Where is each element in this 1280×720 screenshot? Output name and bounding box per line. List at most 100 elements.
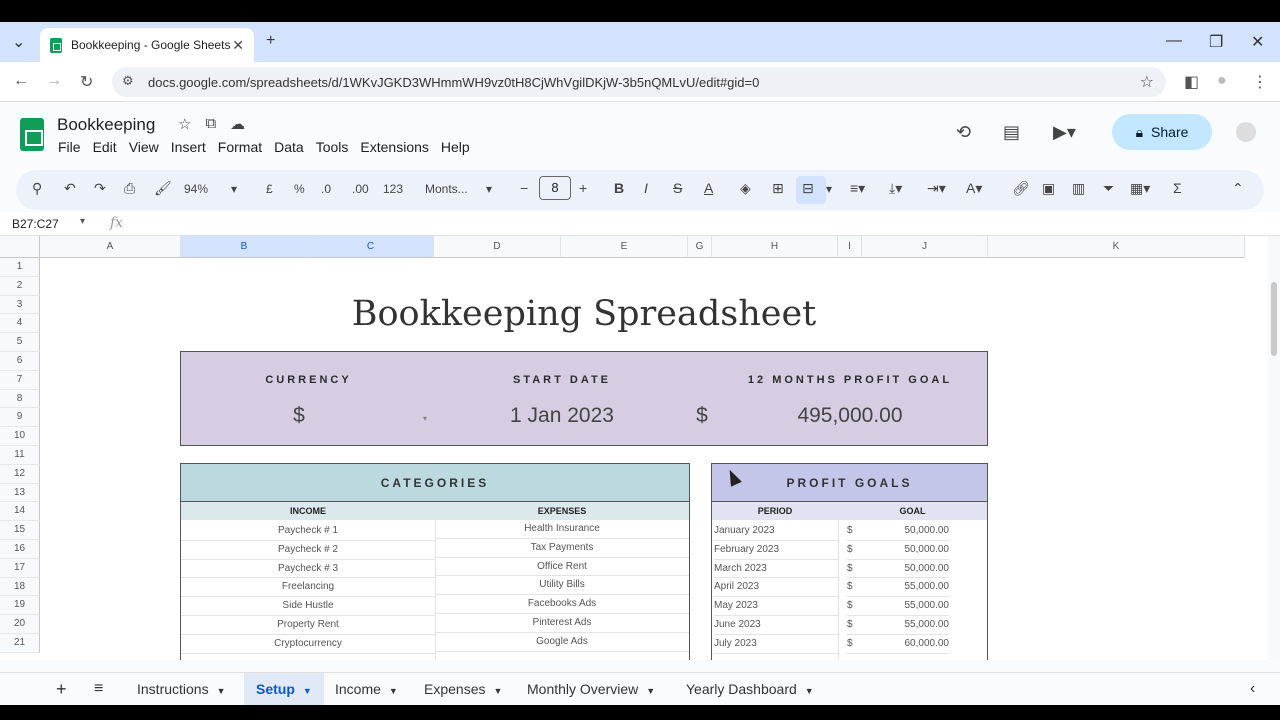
vertical-align-icon[interactable]: ⤓▾ (889, 180, 902, 197)
collapse-toolbar-icon[interactable]: ⌃ (1232, 180, 1244, 197)
column-header-b[interactable]: B (181, 236, 308, 258)
select-all-corner[interactable] (0, 236, 40, 258)
minimize-icon[interactable]: — (1166, 32, 1182, 50)
column-header-i[interactable]: I (838, 236, 862, 258)
profile-icon[interactable]: ● (1217, 72, 1227, 90)
meet-icon[interactable]: ▶▾ (1053, 122, 1076, 143)
fill-color-icon[interactable]: ◈ (740, 180, 751, 197)
cloud-status-icon[interactable]: ☁ (230, 115, 245, 133)
name-box-caret-icon[interactable]: ▾ (80, 216, 85, 227)
merge-cells-icon[interactable]: ⊟ (802, 180, 814, 197)
row-header[interactable]: 8 (0, 389, 40, 409)
merge-caret-icon[interactable]: ▾ (826, 182, 832, 196)
sheets-logo-icon[interactable] (20, 118, 44, 151)
font-caret-icon[interactable]: ▾ (486, 182, 492, 196)
version-history-icon[interactable]: ⟲ (956, 122, 971, 143)
menu-view[interactable]: View (129, 139, 159, 155)
add-sheet-icon[interactable]: + (44, 673, 79, 705)
column-header-g[interactable]: G (688, 236, 712, 258)
row-header[interactable]: 6 (0, 352, 40, 371)
text-wrap-icon[interactable]: ⇥▾ (927, 180, 946, 197)
restore-icon[interactable]: ❐ (1209, 32, 1223, 52)
bookmark-star-icon[interactable]: ☆ (1140, 72, 1154, 92)
menu-file[interactable]: File (58, 139, 81, 155)
avatar[interactable] (1236, 122, 1256, 142)
menu-tools[interactable]: Tools (316, 139, 349, 155)
row-header[interactable]: 9 (0, 408, 40, 428)
horizontal-align-icon[interactable]: ≡▾ (850, 180, 865, 197)
sheet-tab-expenses[interactable]: Expenses ▼ (412, 673, 514, 705)
sheet-tab-income[interactable]: Income ▼ (323, 673, 410, 705)
font-select[interactable]: Monts... (425, 182, 468, 196)
share-button[interactable]: 🔒︎ Share (1112, 114, 1212, 150)
row-header[interactable]: 5 (0, 333, 40, 352)
scrollbar-thumb[interactable] (1271, 282, 1277, 356)
side-panel-icon[interactable]: ◧ (1184, 72, 1199, 92)
new-tab-icon[interactable]: + (266, 32, 275, 50)
column-header-d[interactable]: D (434, 236, 561, 258)
undo-icon[interactable]: ↶ (64, 180, 76, 197)
menu-data[interactable]: Data (274, 139, 304, 155)
sheet-tab-yearly-dashboard[interactable]: Yearly Dashboard ▼ (674, 673, 826, 705)
sheet-tab-caret-icon[interactable]: ▼ (217, 686, 226, 696)
tab-search-icon[interactable]: ⌄ (12, 32, 25, 52)
sheet-tab-monthly-overview[interactable]: Monthly Overview ▼ (515, 673, 667, 705)
tab-close-icon[interactable]: ✕ (232, 37, 244, 54)
print-icon[interactable]: ⎙ (124, 180, 135, 197)
text-color-icon[interactable]: A (704, 180, 713, 196)
number-format-button[interactable]: 123 (383, 182, 403, 196)
column-header-k[interactable]: K (988, 236, 1245, 258)
font-size-decrease-icon[interactable]: − (520, 180, 528, 196)
site-info-icon[interactable]: ⚙ (122, 73, 134, 89)
row-header[interactable]: 20 (0, 615, 40, 634)
zoom-caret-icon[interactable]: ▾ (231, 182, 237, 196)
text-rotation-icon[interactable]: A▾ (966, 180, 982, 197)
reload-icon[interactable]: ↻ (80, 72, 93, 92)
paint-format-icon[interactable]: 🖌︎ (154, 180, 172, 197)
row-header[interactable]: 15 (0, 521, 40, 540)
star-icon[interactable]: ☆ (178, 115, 191, 133)
move-folder-icon[interactable]: ⧉ (205, 115, 216, 133)
row-header[interactable]: 3 (0, 295, 40, 315)
functions-icon[interactable]: Σ (1173, 180, 1182, 196)
spreadsheet-grid[interactable]: A B C D E G H I J K 1 2 3 4 5 6 7 8 9 10 11 12 13 14 1… (0, 236, 1268, 660)
doc-title[interactable]: Bookkeeping (57, 115, 155, 135)
column-header-j[interactable]: J (862, 236, 988, 258)
row-header[interactable]: 7 (0, 370, 40, 390)
column-header-c[interactable]: C (308, 236, 434, 258)
back-icon[interactable]: ← (13, 72, 29, 90)
sheet-tab-caret-icon[interactable]: ▼ (805, 686, 814, 696)
menu-insert[interactable]: Insert (171, 139, 206, 155)
column-header-e[interactable]: E (561, 236, 688, 258)
sheet-tab-caret-icon[interactable]: ▼ (646, 686, 655, 696)
all-sheets-icon[interactable]: ≡ (82, 673, 115, 705)
menu-format[interactable]: Format (218, 139, 262, 155)
font-size-input[interactable]: 8 (539, 176, 571, 200)
row-header[interactable]: 17 (0, 558, 40, 578)
row-header[interactable]: 10 (0, 427, 40, 446)
search-icon[interactable]: ⚲ (32, 180, 42, 197)
scroll-tabs-left-icon[interactable]: ‹ (1238, 673, 1267, 705)
comments-icon[interactable]: ▤ (1003, 122, 1020, 143)
filter-icon[interactable]: ⏷ (1103, 180, 1114, 197)
sheet-tab-caret-icon[interactable]: ▼ (389, 686, 398, 696)
menu-help[interactable]: Help (441, 139, 470, 155)
sheet-tab-caret-icon[interactable]: ▼ (303, 686, 312, 696)
decrease-decimal-button[interactable]: .0 (321, 182, 331, 196)
font-size-increase-icon[interactable]: + (579, 180, 587, 196)
row-header[interactable]: 16 (0, 540, 40, 559)
insert-comment-icon[interactable]: ▣ (1042, 180, 1055, 197)
menu-extensions[interactable]: Extensions (360, 139, 428, 155)
row-header[interactable]: 4 (0, 314, 40, 334)
insert-link-icon[interactable]: 🔗︎ (1012, 180, 1030, 197)
bold-icon[interactable]: B (614, 180, 624, 196)
zoom-select[interactable]: 94% (184, 182, 208, 196)
name-box[interactable]: B27:C27 (12, 217, 59, 231)
sheet-tab-caret-icon[interactable]: ▼ (493, 686, 502, 696)
column-header-h[interactable]: H (712, 236, 838, 258)
filter-views-icon[interactable]: ▦▾ (1130, 180, 1150, 197)
italic-icon[interactable]: I (644, 180, 648, 196)
strikethrough-icon[interactable]: S (673, 180, 682, 196)
insert-chart-icon[interactable]: ▥ (1072, 180, 1085, 197)
currency-format-button[interactable]: £ (266, 182, 273, 196)
